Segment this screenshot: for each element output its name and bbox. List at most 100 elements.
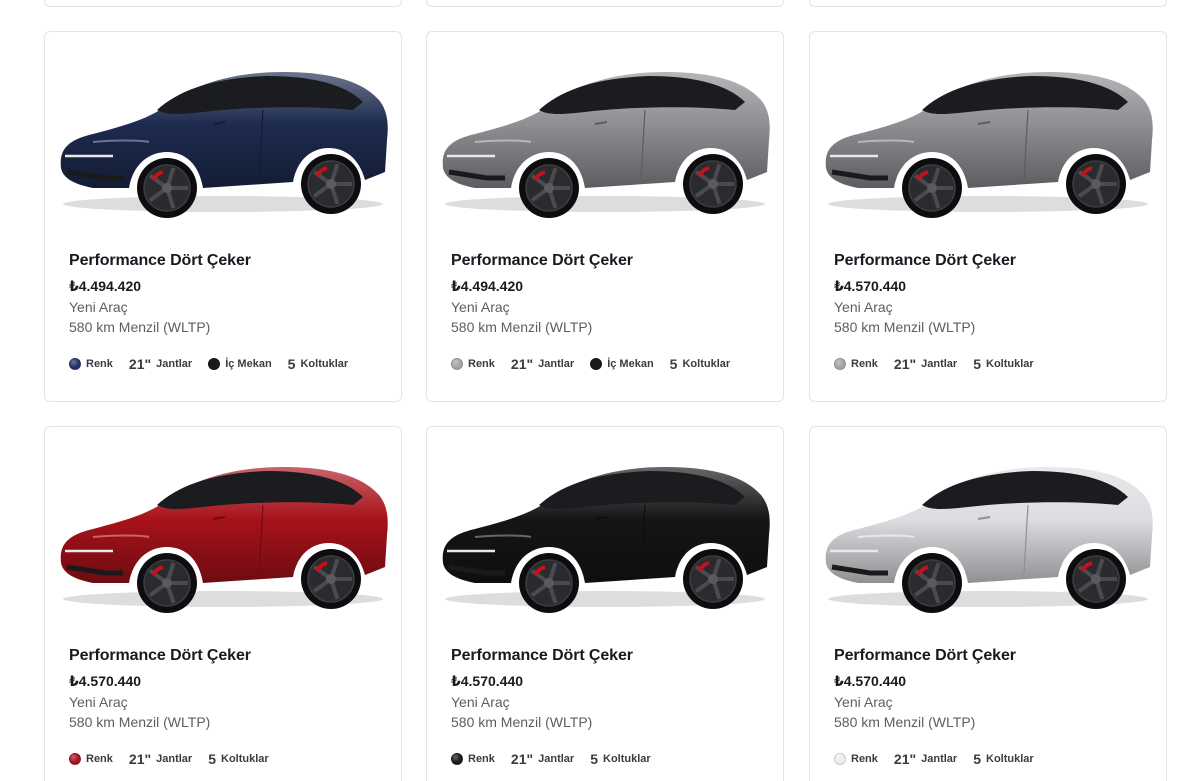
spec-seats-label: Koltuklar xyxy=(603,753,651,765)
paint-swatch-icon xyxy=(451,753,463,765)
vehicle-price: ₺4.494.420 xyxy=(451,278,524,294)
vehicle-range: 580 km Menzil (WLTP) xyxy=(834,714,976,730)
inventory-grid: Performance Dört Çeker ₺4.494.420 Yeni A… xyxy=(0,0,1183,781)
interior-swatch-icon xyxy=(208,358,221,370)
spec-seats-label: Koltuklar xyxy=(682,358,731,370)
car-image[interactable] xyxy=(53,455,393,615)
vehicle-title[interactable]: Performance Dört Çeker xyxy=(834,647,1150,669)
seat-count: 5 xyxy=(973,751,981,767)
spec-paint: Renk xyxy=(451,358,495,370)
spec-wheels-label: Jantlar xyxy=(921,358,958,370)
inventory-card-partial[interactable] xyxy=(809,0,1167,7)
inventory-card[interactable]: Performance Dört Çeker ₺4.494.420 Yeni A… xyxy=(44,31,402,402)
spec-seats-label: Koltuklar xyxy=(221,753,269,765)
inventory-card[interactable]: Performance Dört Çeker ₺4.570.440 Yeni A… xyxy=(44,426,402,781)
spec-seats: 5 Koltuklar xyxy=(590,751,650,767)
spec-list: Renk 21" Jantlar İç Mekan 5 Koltuklar xyxy=(69,356,348,372)
spec-paint-label: Renk xyxy=(468,753,495,765)
vehicle-condition: Yeni Araç xyxy=(834,694,893,710)
vehicle-range: 580 km Menzil (WLTP) xyxy=(834,319,976,335)
vehicle-title[interactable]: Performance Dört Çeker xyxy=(451,647,767,669)
vehicle-title[interactable]: Performance Dört Çeker xyxy=(69,647,385,669)
spec-wheels: 21" Jantlar xyxy=(511,751,574,767)
car-image[interactable] xyxy=(818,60,1158,220)
spec-wheels-label: Jantlar xyxy=(156,358,193,370)
spec-seats-label: Koltuklar xyxy=(986,753,1034,765)
vehicle-title[interactable]: Performance Dört Çeker xyxy=(69,252,385,274)
paint-swatch-icon xyxy=(834,753,846,765)
spec-paint-label: Renk xyxy=(86,358,113,370)
wheel-size: 21" xyxy=(893,751,917,767)
wheel-size: 21" xyxy=(510,356,534,372)
spec-list: Renk 21" Jantlar 5 Koltuklar xyxy=(69,751,269,767)
vehicle-price: ₺4.570.440 xyxy=(69,673,142,689)
spec-list: Renk 21" Jantlar 5 Koltuklar xyxy=(451,751,651,767)
vehicle-condition: Yeni Araç xyxy=(451,299,510,315)
vehicle-range: 580 km Menzil (WLTP) xyxy=(451,319,593,335)
spec-seats: 5 Koltuklar xyxy=(208,751,268,767)
seat-count: 5 xyxy=(973,356,981,372)
vehicle-range: 580 km Menzil (WLTP) xyxy=(69,714,211,730)
vehicle-condition: Yeni Araç xyxy=(451,694,510,710)
inventory-card-partial[interactable] xyxy=(426,0,784,7)
spec-paint: Renk xyxy=(834,753,878,765)
spec-interior: İç Mekan xyxy=(208,358,272,370)
car-image[interactable] xyxy=(435,60,775,220)
spec-wheels: 21" Jantlar xyxy=(129,356,192,372)
inventory-card[interactable]: Performance Dört Çeker ₺4.570.440 Yeni A… xyxy=(809,31,1167,402)
interior-swatch-icon xyxy=(590,358,603,370)
vehicle-price: ₺4.494.420 xyxy=(69,278,142,294)
car-image[interactable] xyxy=(818,455,1158,615)
spec-paint: Renk xyxy=(69,358,113,370)
spec-paint: Renk xyxy=(834,358,878,370)
spec-wheels: 21" Jantlar xyxy=(129,751,192,767)
spec-wheels: 21" Jantlar xyxy=(894,751,957,767)
spec-seats: 5 Koltuklar xyxy=(670,356,730,372)
vehicle-range: 580 km Menzil (WLTP) xyxy=(451,714,593,730)
paint-swatch-icon xyxy=(69,753,81,765)
seat-count: 5 xyxy=(669,356,678,372)
inventory-card[interactable]: Performance Dört Çeker ₺4.570.440 Yeni A… xyxy=(426,426,784,781)
spec-interior: İç Mekan xyxy=(590,358,654,370)
wheel-size: 21" xyxy=(510,751,534,767)
seat-count: 5 xyxy=(287,356,296,372)
spec-paint: Renk xyxy=(69,753,113,765)
spec-list: Renk 21" Jantlar 5 Koltuklar xyxy=(834,751,1034,767)
spec-paint-label: Renk xyxy=(468,358,495,370)
inventory-card[interactable]: Performance Dört Çeker ₺4.494.420 Yeni A… xyxy=(426,31,784,402)
vehicle-title[interactable]: Performance Dört Çeker xyxy=(451,252,767,274)
vehicle-title[interactable]: Performance Dört Çeker xyxy=(834,252,1150,274)
car-image[interactable] xyxy=(435,455,775,615)
spec-seats: 5 Koltuklar xyxy=(973,356,1033,372)
spec-paint: Renk xyxy=(451,753,495,765)
vehicle-price: ₺4.570.440 xyxy=(834,278,907,294)
spec-list: Renk 21" Jantlar 5 Koltuklar xyxy=(834,356,1034,372)
vehicle-condition: Yeni Araç xyxy=(834,299,893,315)
spec-wheels-label: Jantlar xyxy=(538,358,575,370)
inventory-card-partial[interactable] xyxy=(44,0,402,7)
spec-wheels: 21" Jantlar xyxy=(511,356,574,372)
spec-paint-label: Renk xyxy=(851,358,878,370)
paint-swatch-icon xyxy=(834,358,846,370)
spec-seats-label: Koltuklar xyxy=(986,358,1034,370)
spec-seats-label: Koltuklar xyxy=(300,358,349,370)
spec-list: Renk 21" Jantlar İç Mekan 5 Koltuklar xyxy=(451,356,730,372)
vehicle-condition: Yeni Araç xyxy=(69,694,128,710)
vehicle-condition: Yeni Araç xyxy=(69,299,128,315)
wheel-size: 21" xyxy=(893,356,917,372)
paint-swatch-icon xyxy=(451,358,463,370)
car-image[interactable] xyxy=(53,60,393,220)
spec-seats: 5 Koltuklar xyxy=(973,751,1033,767)
paint-swatch-icon xyxy=(69,358,81,370)
spec-wheels: 21" Jantlar xyxy=(894,356,957,372)
wheel-size: 21" xyxy=(128,751,152,767)
spec-paint-label: Renk xyxy=(86,753,113,765)
spec-wheels-label: Jantlar xyxy=(156,753,193,765)
spec-paint-label: Renk xyxy=(851,753,878,765)
seat-count: 5 xyxy=(590,751,598,767)
spec-wheels-label: Jantlar xyxy=(921,753,958,765)
inventory-card[interactable]: Performance Dört Çeker ₺4.570.440 Yeni A… xyxy=(809,426,1167,781)
spec-interior-label: İç Mekan xyxy=(607,358,654,370)
wheel-size: 21" xyxy=(128,356,152,372)
spec-interior-label: İç Mekan xyxy=(225,358,272,370)
